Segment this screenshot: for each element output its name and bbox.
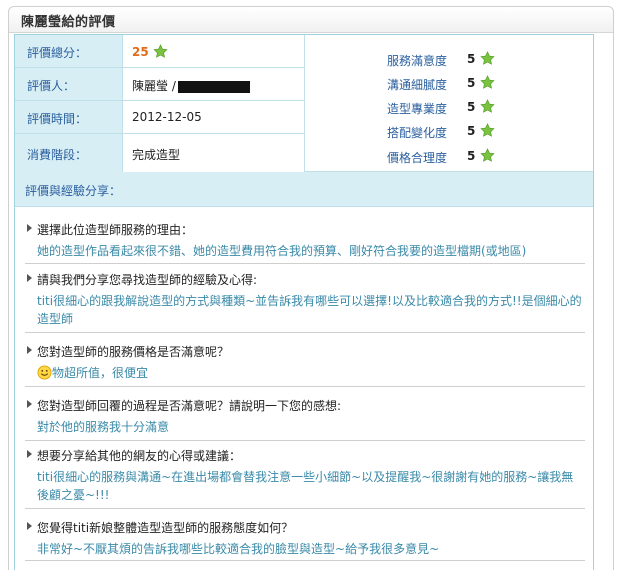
qa-answer: 對於他的服務我十分滿意	[37, 420, 170, 434]
total-score: 25	[132, 45, 149, 59]
qa-question: 想要分享給其他的網友的心得或建議：	[25, 447, 585, 464]
rating-value: 5	[467, 124, 476, 138]
qa-item: 您對造型師回覆的過程是否滿意呢？請說明一下您的感想: 對於他的服務我十分滿意	[25, 397, 585, 441]
redaction-bar	[177, 80, 250, 93]
green-star-icon	[480, 51, 495, 66]
qa-answer: 非常好~不厭其煩的告訴我哪些比較適合我的臉型與造型~給予我很多意見~	[37, 542, 440, 556]
qa-item: 您覺得titi新娘整體造型造型師的服務態度如何？ 非常好~不厭其煩的告訴我哪些比…	[25, 519, 585, 561]
qa-item: 您對造型師的服務價格是否滿意呢？ 物超所值，很便宜	[25, 343, 585, 387]
info-label: 評價時間：	[15, 101, 123, 133]
qa-answer: titi很細心的跟我解說造型的方式與種類~並告訴我有哪些可以選擇!以及比較適合我…	[37, 294, 582, 326]
info-row-date: 評價時間： 2012-12-05	[15, 101, 304, 134]
green-star-icon	[152, 44, 168, 59]
green-star-icon	[480, 148, 495, 163]
info-row-reviewer: 評價人： 陳麗瑩 /	[15, 68, 304, 101]
panel-header: 陳麗瑩給的評價	[9, 7, 613, 33]
qa-question: 選擇此位造型師服務的理由：	[25, 221, 585, 238]
info-value: 陳麗瑩 /	[124, 68, 304, 100]
rating-professional: 造型專業度 5	[305, 97, 593, 117]
info-label: 消費階段：	[15, 134, 123, 172]
smile-icon	[37, 365, 52, 380]
info-value: 完成造型	[132, 148, 181, 162]
green-star-icon	[480, 99, 495, 114]
reviewer-name: 陳麗瑩 /	[132, 79, 176, 93]
qa-item: 請與我們分享您尋找造型師的經驗及心得: titi很細心的跟我解說造型的方式與種類…	[25, 271, 585, 333]
info-value: 2012-12-05	[132, 110, 202, 124]
qa-question: 您覺得titi新娘整體造型造型師的服務態度如何？	[25, 519, 585, 536]
rating-label: 造型專業度	[386, 102, 447, 116]
info-row-stage: 消費階段： 完成造型	[15, 134, 304, 172]
rating-service: 服務滿意度 5	[305, 49, 593, 69]
qa-question: 您對造型師回覆的過程是否滿意呢？請說明一下您的感想:	[25, 397, 585, 414]
ratings-panel: 服務滿意度 5 溝通細膩度 5 造型專業度 5 搭配變化度 5 價格合理度 5	[304, 35, 593, 172]
rating-label: 服務滿意度	[386, 54, 447, 68]
rating-label: 搭配變化度	[386, 126, 447, 140]
info-row-total-score: 評價總分： 25	[15, 35, 304, 68]
rating-value: 5	[467, 52, 476, 66]
rating-price: 價格合理度 5	[305, 146, 593, 166]
info-table: 評價總分： 25 評價人： 陳麗瑩 / 評價時間： 2012-12-05 消費階…	[15, 35, 593, 172]
qa-item: 想要分享給其他的網友的心得或建議： titi很細心的服務與溝通~在進出場都會替我…	[25, 447, 585, 509]
rating-label: 價格合理度	[386, 151, 447, 165]
info-value: 25	[124, 35, 304, 67]
qa-answer: 物超所值，很便宜	[52, 366, 149, 380]
qa-answer: titi很細心的服務與溝通~在進出場都會替我注意一些小細節~以及提醒我~很謝謝有…	[37, 470, 574, 502]
rating-value: 5	[467, 149, 476, 163]
info-label: 評價總分：	[15, 35, 123, 67]
green-star-icon	[480, 123, 495, 138]
experience-section-header: 評價與經驗分享：	[15, 172, 593, 207]
qa-answer: 她的造型作品看起來很不錯、她的造型費用符合我的預算、剛好符合我要的造型檔期(或地…	[37, 244, 527, 258]
qa-question: 請與我們分享您尋找造型師的經驗及心得:	[25, 271, 585, 288]
rating-label: 溝通細膩度	[386, 78, 447, 92]
panel-title: 陳麗瑩給的評價	[21, 15, 116, 30]
info-label: 評價人：	[15, 68, 123, 100]
rating-variety: 搭配變化度 5	[305, 121, 593, 141]
qa-question: 您對造型師的服務價格是否滿意呢？	[25, 343, 585, 360]
rating-value: 5	[467, 100, 476, 114]
review-box: 評價總分： 25 評價人： 陳麗瑩 / 評價時間： 2012-12-05 消費階…	[14, 34, 594, 570]
rating-value: 5	[467, 76, 476, 90]
rating-communication: 溝通細膩度 5	[305, 73, 593, 93]
green-star-icon	[480, 75, 495, 90]
qa-item: 選擇此位造型師服務的理由： 她的造型作品看起來很不錯、她的造型費用符合我的預算、…	[25, 221, 585, 264]
qa-answer-row: 物超所值，很便宜	[25, 364, 585, 382]
